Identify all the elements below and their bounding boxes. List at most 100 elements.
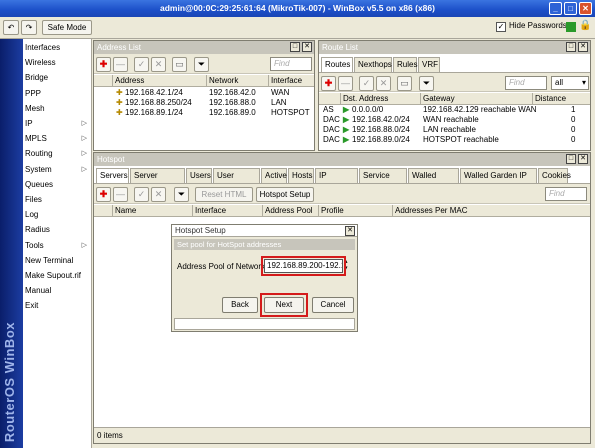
column-profile[interactable]: Profile <box>318 205 392 217</box>
sidebar-item-system[interactable]: System ▷ <box>25 162 91 177</box>
tab-server-profiles[interactable]: Server Profiles <box>130 168 185 194</box>
table-row[interactable]: DAC ▶ 192.168.88.0/24 LAN reachable 0 <box>321 125 589 135</box>
sidebar-item-new-terminal[interactable]: New Terminal <box>25 253 91 268</box>
tab-nexthops[interactable]: Nexthops <box>354 57 392 72</box>
sidebar-item-wireless[interactable]: Wireless <box>25 55 91 70</box>
route-filter-select[interactable]: all ▾ <box>551 76 589 90</box>
column-address-pool[interactable]: Address Pool <box>262 205 318 217</box>
add-address-button[interactable]: ✚ <box>96 57 111 72</box>
tab-walled-garden[interactable]: Walled Garden <box>408 168 459 194</box>
table-row[interactable]: ✚ 192.168.42.1/24 192.168.42.0 WAN <box>96 88 312 98</box>
tab-active[interactable]: Active <box>261 168 287 183</box>
sidebar-item-ppp[interactable]: PPP <box>25 86 91 101</box>
add-route-button[interactable]: ✚ <box>321 76 336 91</box>
hotspot-setup-button[interactable]: Hotspot Setup <box>256 187 314 202</box>
column-dst-address[interactable]: Dst. Address <box>340 93 420 105</box>
enable-route-button[interactable]: ✓ <box>359 76 374 91</box>
hotspot-close-button[interactable]: ✕ <box>578 154 588 164</box>
minimize-button[interactable]: _ <box>549 2 562 15</box>
column-gateway[interactable]: Gateway <box>420 93 532 105</box>
sidebar-item-interfaces[interactable]: Interfaces <box>25 40 91 55</box>
enable-address-button[interactable]: ✓ <box>134 57 149 72</box>
sidebar-item-ip[interactable]: IP ▷ <box>25 116 91 131</box>
column-interface[interactable]: Interface <box>268 75 314 87</box>
column-name[interactable]: Name <box>112 205 192 217</box>
tab-hosts[interactable]: Hosts <box>288 168 314 183</box>
column-interface[interactable]: Interface <box>192 205 262 217</box>
table-row[interactable]: AS ▶ 0.0.0.0/0 192.168.42.129 reachable WAN… <box>321 105 589 115</box>
cell-gateway: HOTSPOT reachable <box>423 135 499 144</box>
disable-hotspot-button[interactable]: ✕ <box>151 187 166 202</box>
tab-vrf[interactable]: VRF <box>418 57 440 72</box>
status-indicator-icon <box>566 22 576 32</box>
comment-route-button[interactable]: ▭ <box>397 76 412 91</box>
dialog-close-button[interactable]: ✕ <box>345 226 355 236</box>
remove-address-button[interactable]: — <box>113 57 128 72</box>
tab-walled-garden-ip-list[interactable]: Walled Garden IP List <box>460 168 537 194</box>
tab-cookies[interactable]: Cookies <box>538 168 571 183</box>
filter-hotspot-button[interactable]: ⏷ <box>174 187 189 202</box>
address-list-close-button[interactable]: ✕ <box>302 42 312 52</box>
tab-rules[interactable]: Rules <box>393 57 417 72</box>
safe-mode-button[interactable]: Safe Mode <box>42 20 92 35</box>
cell-distance: 0 <box>571 115 576 124</box>
comment-address-button[interactable]: ▭ <box>172 57 187 72</box>
address-list-restore-button[interactable]: □ <box>290 42 300 52</box>
undo-button[interactable]: ↶ <box>3 20 19 35</box>
reset-html-button[interactable]: Reset HTML <box>195 187 253 202</box>
sidebar-item-queues[interactable]: Queues <box>25 177 91 192</box>
route-find-input[interactable]: Find <box>505 76 547 90</box>
table-row[interactable]: DAC ▶ 192.168.89.0/24 HOTSPOT reachable 0 <box>321 135 589 145</box>
disable-route-button[interactable]: ✕ <box>376 76 391 91</box>
address-find-input[interactable]: Find <box>270 57 312 71</box>
tab-servers[interactable]: Servers <box>96 168 129 183</box>
hotspot-restore-button[interactable]: □ <box>566 154 576 164</box>
enable-hotspot-button[interactable]: ✓ <box>134 187 149 202</box>
remove-hotspot-button[interactable]: — <box>113 187 128 202</box>
disable-address-button[interactable]: ✕ <box>151 57 166 72</box>
brand-label: RouterOS WinBox <box>2 321 17 442</box>
table-row[interactable]: ✚ 192.168.88.250/24 192.168.88.0 LAN <box>96 98 312 108</box>
column-distance[interactable]: Distance <box>532 93 590 105</box>
cancel-button[interactable]: Cancel <box>312 297 354 313</box>
sidebar-item-manual[interactable]: Manual <box>25 283 91 298</box>
tab-ip-bindings[interactable]: IP Bindings <box>315 168 358 194</box>
back-button[interactable]: Back <box>222 297 258 313</box>
remove-route-button[interactable]: — <box>338 76 353 91</box>
cell-network: 192.168.89.0 <box>209 108 256 117</box>
sidebar-item-bridge[interactable]: Bridge <box>25 70 91 85</box>
table-row[interactable]: DAC ▶ 192.168.42.0/24 WAN reachable 0 <box>321 115 589 125</box>
sidebar-item-label: PPP <box>25 88 42 98</box>
route-list-restore-button[interactable]: □ <box>566 42 576 52</box>
add-hotspot-button[interactable]: ✚ <box>96 187 111 202</box>
sidebar-item-make-supout-rif[interactable]: Make Supout.rif <box>25 268 91 283</box>
maximize-button[interactable]: □ <box>564 2 577 15</box>
column-addresses-per-mac[interactable]: Addresses Per MAC <box>392 205 590 217</box>
sidebar-item-label: Files <box>25 195 42 204</box>
column-address[interactable]: Address <box>112 75 206 87</box>
sidebar-item-files[interactable]: Files <box>25 192 91 207</box>
column-network[interactable]: Network <box>206 75 268 87</box>
route-list-close-button[interactable]: ✕ <box>578 42 588 52</box>
sidebar-item-routing[interactable]: Routing ▷ <box>25 146 91 161</box>
sidebar-item-radius[interactable]: Radius <box>25 222 91 237</box>
tab-users[interactable]: Users <box>186 168 212 183</box>
hotspot-find-input[interactable]: Find <box>545 187 587 201</box>
minus-icon: — <box>116 59 125 69</box>
cell-distance: 1 <box>571 105 576 114</box>
sidebar-item-tools[interactable]: Tools ▷ <box>25 238 91 253</box>
sidebar-item-log[interactable]: Log <box>25 207 91 222</box>
close-window-button[interactable]: ✕ <box>579 2 592 15</box>
table-row[interactable]: ✚ 192.168.89.1/24 192.168.89.0 HOTSPOT <box>96 108 312 118</box>
sidebar-item-mpls[interactable]: MPLS ▷ <box>25 131 91 146</box>
hide-passwords-checkbox[interactable]: ✓ <box>496 22 506 32</box>
sidebar-item-mesh[interactable]: Mesh <box>25 101 91 116</box>
check-icon: ✓ <box>362 78 371 88</box>
tab-service-ports[interactable]: Service Ports <box>359 168 407 194</box>
tab-user-profiles[interactable]: User Profiles <box>213 168 260 194</box>
sidebar-item-exit[interactable]: Exit <box>25 298 91 313</box>
filter-address-button[interactable]: ⏷ <box>194 57 209 72</box>
tab-routes[interactable]: Routes <box>321 57 353 72</box>
redo-button[interactable]: ↷ <box>21 20 37 35</box>
filter-route-button[interactable]: ⏷ <box>419 76 434 91</box>
